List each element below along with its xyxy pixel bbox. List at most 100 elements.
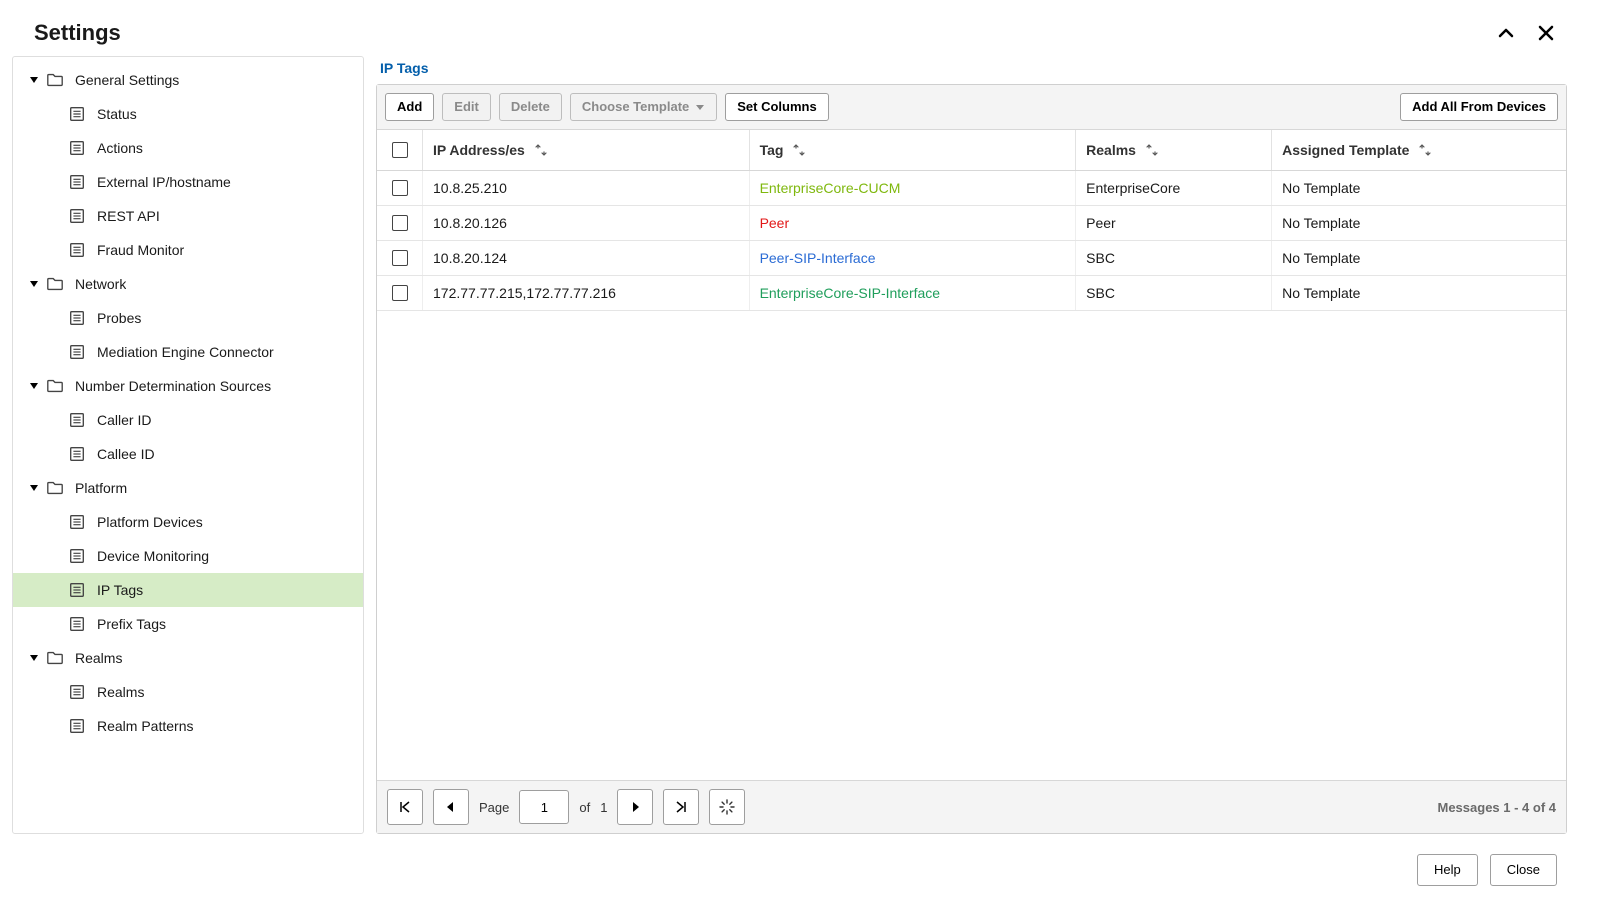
cell-realms: SBC <box>1076 276 1272 310</box>
pager-first-button[interactable] <box>387 789 423 825</box>
choose-template-label: Choose Template <box>582 99 689 115</box>
sort-icon <box>1146 144 1158 156</box>
column-header-ip-label: IP Address/es <box>433 142 525 158</box>
close-icon[interactable] <box>1535 22 1557 44</box>
row-checkbox[interactable] <box>392 180 408 196</box>
edit-button[interactable]: Edit <box>442 93 491 121</box>
sidebar-item-label: Realm Patterns <box>97 718 193 734</box>
row-checkbox[interactable] <box>392 250 408 266</box>
document-icon <box>67 410 87 430</box>
document-icon <box>67 716 87 736</box>
folder-icon <box>45 478 65 498</box>
sidebar-item[interactable]: Prefix Tags <box>13 607 363 641</box>
sidebar-item[interactable]: Device Monitoring <box>13 539 363 573</box>
grid-header: IP Address/es Tag Realms <box>377 130 1566 171</box>
ip-tags-grid: IP Address/es Tag Realms <box>377 130 1566 780</box>
select-all-checkbox[interactable] <box>392 142 408 158</box>
sidebar-item[interactable]: Fraud Monitor <box>13 233 363 267</box>
add-all-from-devices-button[interactable]: Add All From Devices <box>1400 93 1558 121</box>
set-columns-button[interactable]: Set Columns <box>725 93 828 121</box>
table-row[interactable]: 10.8.20.126PeerPeerNo Template <box>377 206 1566 241</box>
row-checkbox-cell <box>377 206 423 240</box>
pager-prev-button[interactable] <box>433 789 469 825</box>
pager-last-button[interactable] <box>663 789 699 825</box>
document-icon <box>67 206 87 226</box>
sidebar-item[interactable]: Actions <box>13 131 363 165</box>
row-checkbox-cell <box>377 171 423 205</box>
sidebar-group[interactable]: Number Determination Sources <box>13 369 363 403</box>
column-header-realms[interactable]: Realms <box>1076 130 1272 170</box>
close-button[interactable]: Close <box>1490 854 1557 886</box>
pager-next-button[interactable] <box>617 789 653 825</box>
cell-ip: 10.8.20.124 <box>423 241 750 275</box>
cell-ip: 10.8.20.126 <box>423 206 750 240</box>
column-header-tag[interactable]: Tag <box>750 130 1077 170</box>
cell-template: No Template <box>1272 276 1566 310</box>
sidebar-item[interactable]: Realm Patterns <box>13 709 363 743</box>
column-header-realms-label: Realms <box>1086 142 1136 158</box>
sidebar-group[interactable]: General Settings <box>13 63 363 97</box>
document-icon <box>67 172 87 192</box>
sidebar-group-label: Platform <box>75 480 127 496</box>
sidebar-item-label: Prefix Tags <box>97 616 166 632</box>
chevron-down-icon <box>27 75 41 85</box>
sort-icon <box>535 144 547 156</box>
sidebar-group[interactable]: Platform <box>13 471 363 505</box>
panel-title: IP Tags <box>376 56 1567 84</box>
document-icon <box>67 546 87 566</box>
row-checkbox[interactable] <box>392 285 408 301</box>
sidebar-item[interactable]: Probes <box>13 301 363 335</box>
pager-page-input[interactable] <box>519 790 569 824</box>
sidebar-item-label: Device Monitoring <box>97 548 209 564</box>
cell-ip: 10.8.25.210 <box>423 171 750 205</box>
pager-refresh-button[interactable] <box>709 789 745 825</box>
main-panel: IP Tags Add Edit Delete Choose Template … <box>376 56 1567 834</box>
pager-total-pages: 1 <box>600 800 607 815</box>
sidebar-item[interactable]: Platform Devices <box>13 505 363 539</box>
sidebar-item[interactable]: Realms <box>13 675 363 709</box>
add-button[interactable]: Add <box>385 93 434 121</box>
sidebar-item-label: Actions <box>97 140 143 156</box>
choose-template-button[interactable]: Choose Template <box>570 93 717 121</box>
document-icon <box>67 308 87 328</box>
sidebar-item[interactable]: REST API <box>13 199 363 233</box>
column-header-template[interactable]: Assigned Template <box>1272 130 1566 170</box>
folder-icon <box>45 274 65 294</box>
sidebar-item[interactable]: Mediation Engine Connector <box>13 335 363 369</box>
sidebar-group[interactable]: Realms <box>13 641 363 675</box>
table-row[interactable]: 172.77.77.215,172.77.77.216EnterpriseCor… <box>377 276 1566 311</box>
column-header-ip[interactable]: IP Address/es <box>423 130 750 170</box>
sidebar-group-label: Number Determination Sources <box>75 378 271 394</box>
table-row[interactable]: 10.8.25.210EnterpriseCore-CUCMEnterprise… <box>377 171 1566 206</box>
sidebar-item[interactable]: IP Tags <box>13 573 363 607</box>
pager-page-label: Page <box>479 800 509 815</box>
table-row[interactable]: 10.8.20.124Peer-SIP-InterfaceSBCNo Templ… <box>377 241 1566 276</box>
sidebar-item[interactable]: Status <box>13 97 363 131</box>
column-header-checkbox[interactable] <box>377 130 423 170</box>
document-icon <box>67 512 87 532</box>
row-checkbox[interactable] <box>392 215 408 231</box>
sidebar-item-label: Callee ID <box>97 446 155 462</box>
sidebar-item-label: IP Tags <box>97 582 143 598</box>
cell-ip: 172.77.77.215,172.77.77.216 <box>423 276 750 310</box>
sidebar-item-label: External IP/hostname <box>97 174 231 190</box>
sidebar-item-label: Platform Devices <box>97 514 203 530</box>
delete-button[interactable]: Delete <box>499 93 562 121</box>
sidebar-item[interactable]: External IP/hostname <box>13 165 363 199</box>
document-icon <box>67 614 87 634</box>
document-icon <box>67 342 87 362</box>
collapse-icon[interactable] <box>1495 22 1517 44</box>
sidebar-item-label: Mediation Engine Connector <box>97 344 274 360</box>
left-gutter <box>0 0 8 916</box>
column-header-tag-label: Tag <box>760 142 784 158</box>
sidebar-item[interactable]: Callee ID <box>13 437 363 471</box>
pager: Page of 1 <box>377 780 1566 833</box>
sort-icon <box>1419 144 1431 156</box>
sidebar-group-label: General Settings <box>75 72 179 88</box>
help-button[interactable]: Help <box>1417 854 1478 886</box>
dialog-header: Settings <box>10 20 1567 56</box>
sidebar-group[interactable]: Network <box>13 267 363 301</box>
chevron-down-icon <box>27 381 41 391</box>
sidebar-item[interactable]: Caller ID <box>13 403 363 437</box>
toolbar: Add Edit Delete Choose Template Set Colu… <box>377 85 1566 130</box>
